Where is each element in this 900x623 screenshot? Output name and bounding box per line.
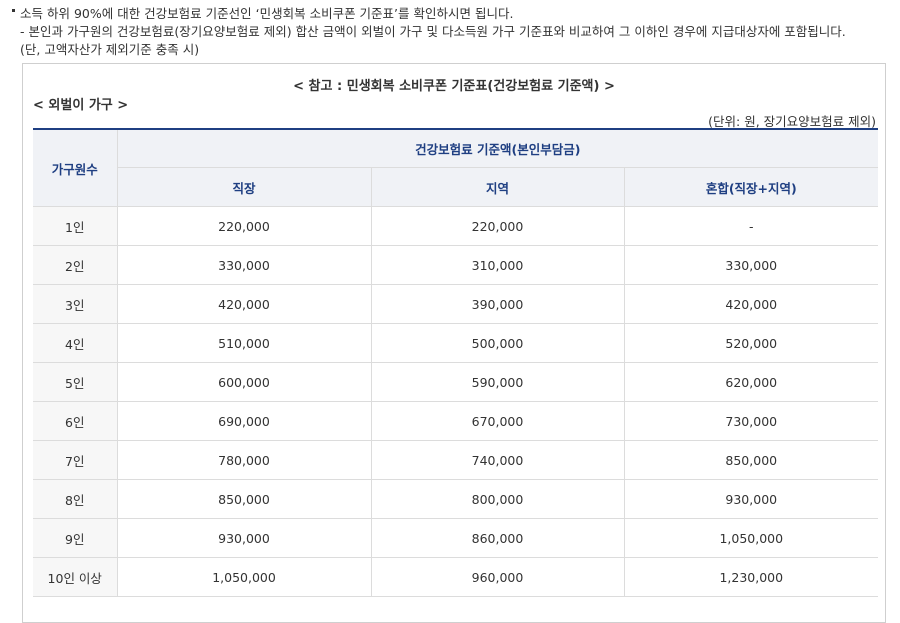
cell-workplace: 220,000 — [116, 206, 372, 246]
intro-line-1: 소득 하위 90%에 대한 건강보험료 기준선인 ‘민생회복 소비쿠폰 기준표’… — [12, 5, 846, 23]
cell-mixed: 1,050,000 — [623, 518, 879, 558]
cell-workplace: 420,000 — [116, 284, 372, 324]
household-type-title: < 외벌이 가구 > — [33, 98, 129, 113]
cell-workplace: 690,000 — [116, 401, 372, 441]
cell-workplace: 1,050,000 — [116, 557, 372, 597]
cell-household-size: 4인 — [33, 323, 118, 363]
cell-workplace: 510,000 — [116, 323, 372, 363]
cell-regional: 740,000 — [370, 440, 625, 480]
cell-mixed: 420,000 — [623, 284, 879, 324]
header-mixed: 혼합(직장+지역) — [623, 167, 879, 207]
intro-line-3: (단, 고액자산가 제외기준 충족 시) — [20, 42, 200, 57]
table-row: 6인 690,000 670,000 730,000 — [33, 401, 879, 441]
cell-regional: 960,000 — [370, 557, 625, 597]
cell-household-size: 5인 — [33, 362, 118, 402]
cell-regional: 390,000 — [370, 284, 625, 324]
table-row: 4인 510,000 500,000 520,000 — [33, 323, 879, 363]
table-row: 8인 850,000 800,000 930,000 — [33, 479, 879, 519]
cell-household-size: 7인 — [33, 440, 118, 480]
cell-workplace: 930,000 — [116, 518, 372, 558]
cell-regional: 860,000 — [370, 518, 625, 558]
cell-mixed: 330,000 — [623, 245, 879, 285]
cell-regional: 310,000 — [370, 245, 625, 285]
cell-mixed: 620,000 — [623, 362, 879, 402]
reference-title: < 참고 : 민생회복 소비쿠폰 기준표(건강보험료 기준액) > — [293, 79, 615, 94]
table-row: 7인 780,000 740,000 850,000 — [33, 440, 879, 480]
cell-mixed: 520,000 — [623, 323, 879, 363]
header-workplace: 직장 — [117, 167, 372, 207]
cell-workplace: 600,000 — [116, 362, 372, 402]
cell-workplace: 780,000 — [116, 440, 372, 480]
intro-line-1-text: 소득 하위 90%에 대한 건강보험료 기준선인 ‘민생회복 소비쿠폰 기준표’… — [20, 6, 514, 21]
cell-workplace: 330,000 — [116, 245, 372, 285]
table-row: 9인 930,000 860,000 1,050,000 — [33, 518, 879, 558]
header-premium-group: 건강보험료 기준액(본인부담금) — [116, 128, 879, 168]
table-row: 5인 600,000 590,000 620,000 — [33, 362, 879, 402]
intro-text: 소득 하위 90%에 대한 건강보험료 기준선인 ‘민생회복 소비쿠폰 기준표’… — [12, 5, 846, 59]
table-row: 1인 220,000 220,000 - — [33, 206, 879, 246]
cell-household-size: 2인 — [33, 245, 118, 285]
cell-regional: 590,000 — [370, 362, 625, 402]
cell-household-size: 9인 — [33, 518, 118, 558]
table-row: 3인 420,000 390,000 420,000 — [33, 284, 879, 324]
cell-regional: 800,000 — [370, 479, 625, 519]
bullet-icon — [12, 8, 15, 12]
cell-household-size: 6인 — [33, 401, 118, 441]
intro-line-2: - 본인과 가구원의 건강보험료(장기요양보험료 제외) 합산 금액이 외벌이 … — [20, 24, 846, 39]
header-household-size: 가구원수 — [33, 128, 118, 207]
cell-regional: 670,000 — [370, 401, 625, 441]
cell-household-size: 1인 — [33, 206, 118, 246]
header-regional: 지역 — [370, 167, 625, 207]
reference-box: < 참고 : 민생회복 소비쿠폰 기준표(건강보험료 기준액) > < 외벌이 … — [22, 63, 886, 623]
cell-household-size: 3인 — [33, 284, 118, 324]
criteria-table: 가구원수 건강보험료 기준액(본인부담금) 직장 지역 혼합(직장+지역) 1인… — [33, 128, 879, 597]
cell-regional: 500,000 — [370, 323, 625, 363]
table-row: 2인 330,000 310,000 330,000 — [33, 245, 879, 285]
cell-mixed: 1,230,000 — [623, 557, 879, 597]
cell-regional: 220,000 — [370, 206, 625, 246]
cell-mixed: 850,000 — [623, 440, 879, 480]
cell-mixed: 730,000 — [623, 401, 879, 441]
cell-mixed: 930,000 — [623, 479, 879, 519]
table-row: 10인 이상 1,050,000 960,000 1,230,000 — [33, 557, 879, 597]
cell-household-size: 8인 — [33, 479, 118, 519]
cell-workplace: 850,000 — [116, 479, 372, 519]
cell-mixed: - — [623, 206, 879, 246]
cell-household-size: 10인 이상 — [33, 557, 118, 597]
